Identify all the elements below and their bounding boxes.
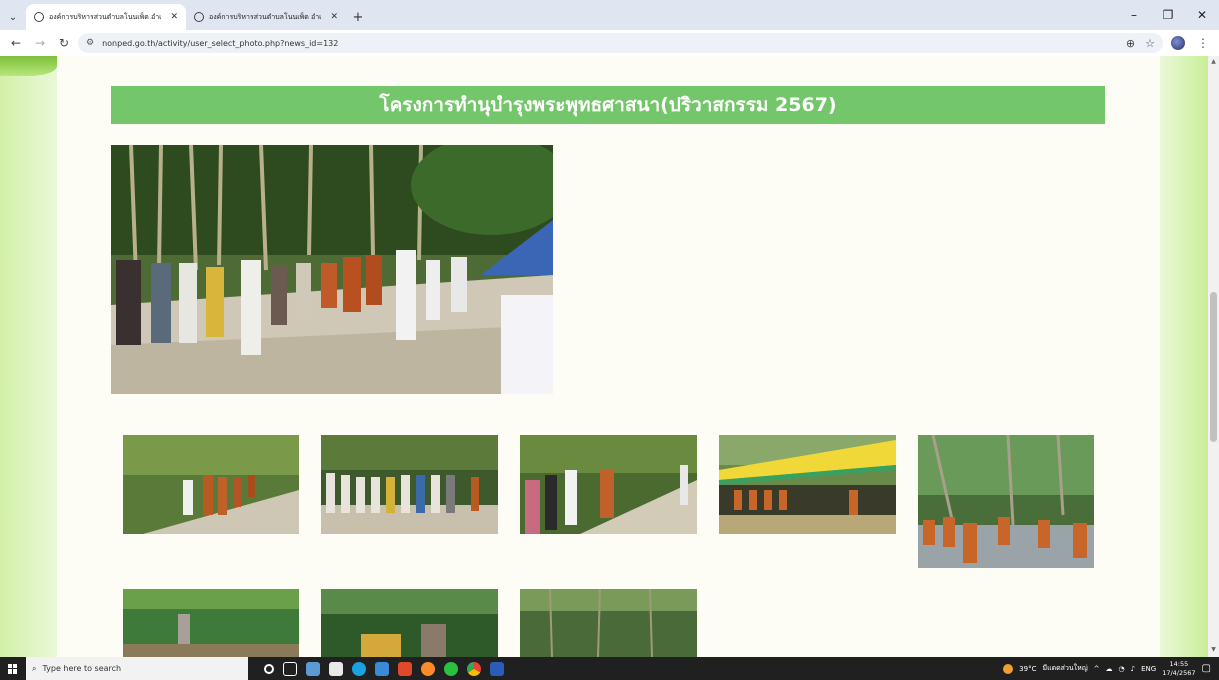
thumbnail-photo-8[interactable] [520,589,697,657]
left-decoration [0,56,57,657]
window-controls: – ❐ ✕ [1117,0,1219,30]
page-title: โครงการทำนุบำรุงพระพุทธศาสนา(ปริวาสกรรม … [111,86,1105,124]
windows-logo-icon [8,663,18,674]
clock-time: 14:55 [1169,659,1189,668]
taskbar-apps [264,661,504,676]
thumbnail-photo-7[interactable] [321,589,498,657]
thumbnail-1-image [123,435,299,534]
office-icon[interactable] [398,661,412,676]
zoom-icon[interactable]: ⊕ [1126,37,1135,50]
tab-2-close-icon[interactable]: ✕ [330,12,338,22]
tab-2-title: องค์การบริหารส่วนตำบลโนนเพ็ด อำเ [209,12,322,21]
weather-icon [1003,663,1014,674]
thumbnail-photo-5[interactable] [918,435,1094,568]
cloud-icon[interactable]: ☁ [1106,665,1113,673]
thumbnail-4-image [719,435,896,534]
forward-arrow-icon[interactable]: → [30,33,50,53]
tab-search-button[interactable]: ⌄ [0,4,26,30]
thumbnail-photo-2[interactable] [321,435,498,534]
thumbnail-photo-4[interactable] [719,435,896,534]
notification-icon[interactable]: ▢ [1202,663,1211,674]
chrome-icon[interactable] [467,661,481,676]
clock[interactable]: 14:55 17/4/2567 [1162,660,1195,678]
url-text: nonped.go.th/activity/user_select_photo.… [102,38,339,48]
tab-1[interactable]: องค์การบริหารส่วนตำบลโนนเพ็ด อำเ ✕ [26,4,186,30]
line-icon[interactable] [444,661,458,676]
globe-icon [34,12,44,22]
taskbar-search-placeholder: Type here to search [42,664,122,673]
language-indicator[interactable]: ENG [1141,665,1156,673]
weather-temp[interactable]: 39°C [1019,665,1036,673]
scroll-down-arrow-icon[interactable]: ▼ [1210,646,1217,653]
system-tray: 39°C มีแดดส่วนใหญ่ ^ ☁ ◔ ♪ ENG 14:55 17/… [1003,660,1219,678]
edge-icon[interactable] [352,661,366,676]
bookmark-star-icon[interactable]: ☆ [1145,37,1155,50]
word-icon[interactable] [490,661,504,676]
site-info-icon[interactable]: ⚙ [86,38,94,48]
search-icon: ⌕ [32,663,37,673]
thumbnail-photo-3[interactable] [520,435,697,534]
taskbar-search[interactable]: ⌕ Type here to search [26,657,248,680]
thumbnail-photo-6[interactable] [123,589,299,657]
start-button[interactable] [0,657,26,680]
new-tab-button[interactable]: + [346,4,370,30]
mail-icon[interactable] [375,661,389,676]
minimize-button[interactable]: – [1117,0,1151,30]
restore-button[interactable]: ❐ [1151,0,1185,30]
chevron-up-icon[interactable]: ^ [1094,665,1100,673]
page-scrollbar[interactable]: ▲ ▼ [1208,56,1219,657]
thumbnail-6-image [123,589,299,657]
news-icon[interactable] [306,661,320,676]
page-title-text: โครงการทำนุบำรุงพระพุทธศาสนา(ปริวาสกรรม … [379,94,837,116]
main-photo-image [111,145,553,394]
thumbnail-5-image [918,435,1094,568]
globe-icon [194,12,204,22]
tab-1-close-icon[interactable]: ✕ [170,12,178,22]
cortana-icon[interactable] [264,663,274,674]
right-decoration [1160,56,1208,657]
firefox-icon[interactable] [421,661,435,676]
back-arrow-icon[interactable]: ← [6,33,26,53]
store-icon[interactable] [329,661,343,676]
windows-taskbar: ⌕ Type here to search 39°C มีแดดส่วนใหญ่… [0,657,1219,680]
page-viewport: โครงการทำนุบำรุงพระพุทธศาสนา(ปริวาสกรรม … [0,56,1219,657]
volume-icon[interactable]: ♪ [1131,665,1135,673]
tab-1-title: องค์การบริหารส่วนตำบลโนนเพ็ด อำเ [49,12,162,21]
thumbnail-7-image [321,589,498,657]
thumbnail-photo-1[interactable] [123,435,299,534]
thumbnail-2-image [321,435,498,534]
reload-icon[interactable]: ↻ [54,33,74,53]
menu-kebab-icon[interactable]: ⋮ [1193,33,1213,53]
main-photo[interactable] [111,145,553,394]
tab-bar: ⌄ องค์การบริหารส่วนตำบลโนนเพ็ด อำเ ✕ องค… [0,0,1219,30]
clock-date: 17/4/2567 [1162,668,1196,677]
browser-toolbar: ← → ↻ ⚙ nonped.go.th/activity/user_selec… [0,30,1219,56]
profile-avatar[interactable] [1171,36,1185,50]
close-button[interactable]: ✕ [1185,0,1219,30]
network-icon[interactable]: ◔ [1119,665,1125,673]
thumbnail-8-image [520,589,697,657]
tab-2[interactable]: องค์การบริหารส่วนตำบลโนนเพ็ด อำเ ✕ [186,4,346,30]
task-view-icon[interactable] [283,661,297,676]
thumbnail-3-image [520,435,697,534]
scrollbar-thumb[interactable] [1210,292,1217,442]
scroll-up-arrow-icon[interactable]: ▲ [1210,58,1217,65]
address-bar[interactable]: ⚙ nonped.go.th/activity/user_select_phot… [78,33,1163,53]
weather-text[interactable]: มีแดดส่วนใหญ่ [1042,663,1087,674]
